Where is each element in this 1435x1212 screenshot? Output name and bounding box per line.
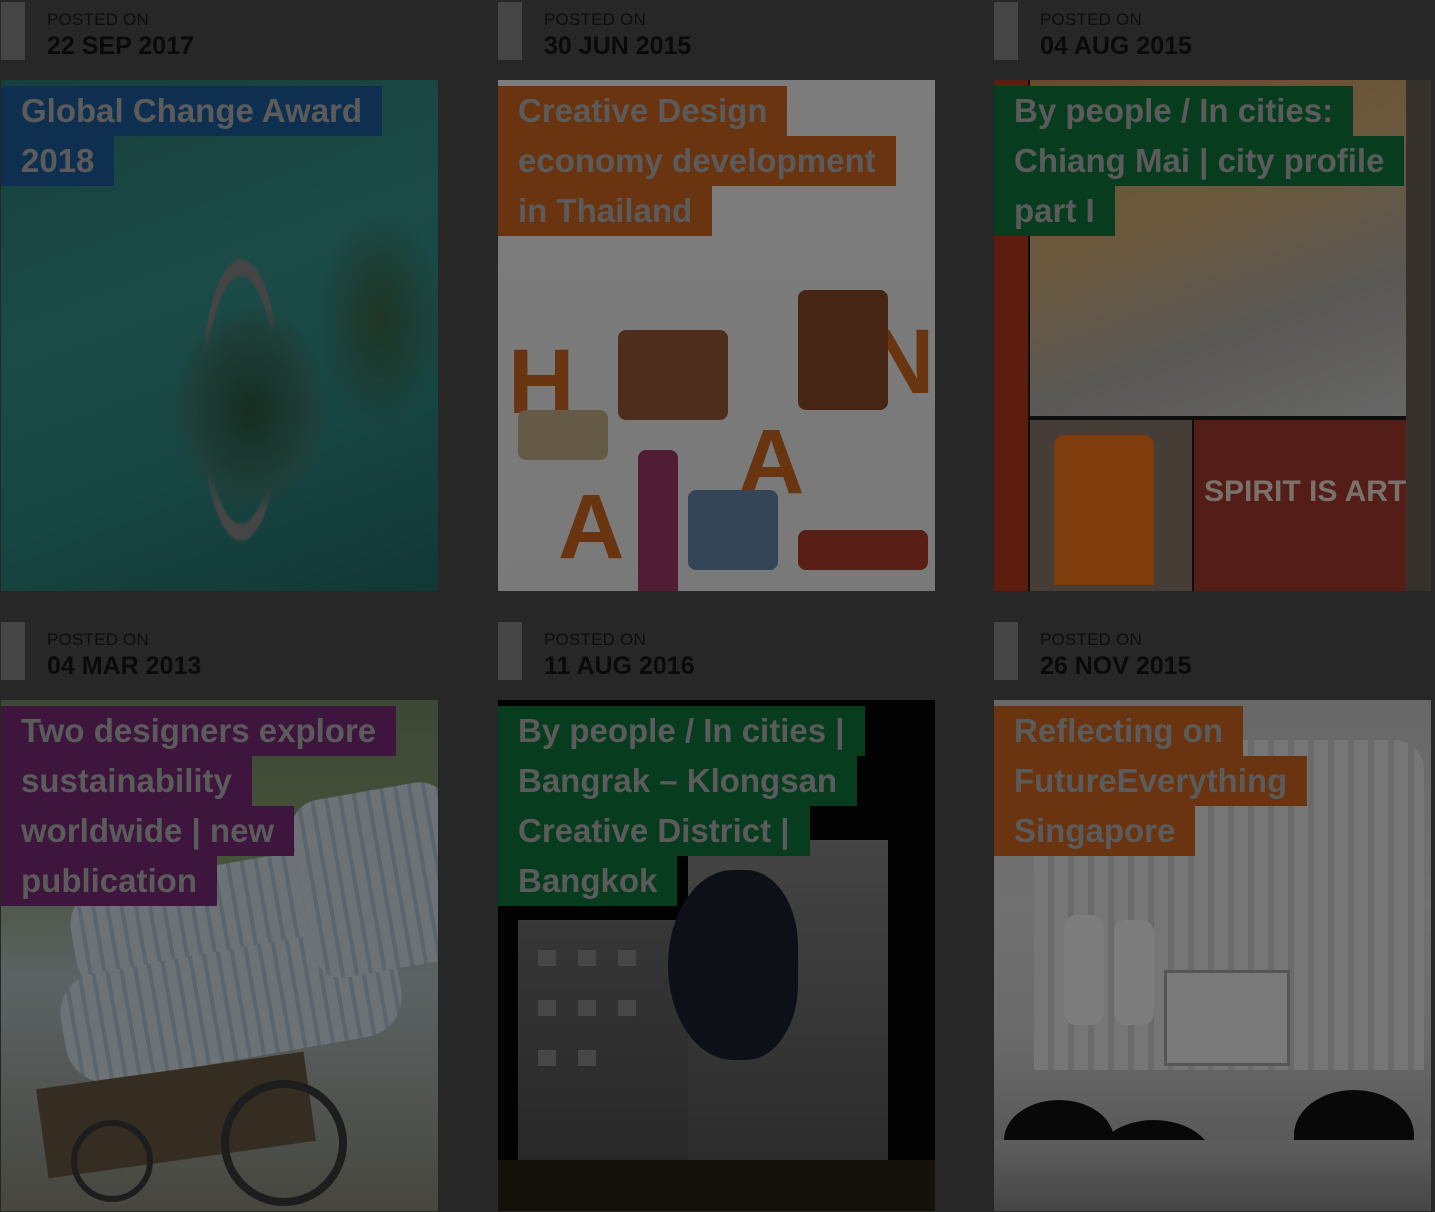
post-thumbnail[interactable]: H A A N Creative Design economy developme…	[498, 80, 935, 591]
post-title-line[interactable]: Creative Design	[498, 86, 788, 136]
post-thumbnail[interactable]: Two designers explore sustainability world…	[1, 700, 438, 1211]
date-marker	[994, 622, 1018, 680]
post-title-line[interactable]: in Thailand	[498, 186, 713, 236]
post-title-line[interactable]: Creative District |	[498, 806, 810, 856]
post-title-line[interactable]: Bangrak – Klongsan	[498, 756, 858, 806]
post-title[interactable]: By people / In cities | Bangrak – Klongsa…	[498, 706, 935, 906]
post-title-line[interactable]: By people / In cities |	[498, 706, 865, 756]
post-title[interactable]: Global Change Award 2018	[1, 86, 438, 186]
date-marker	[498, 622, 522, 680]
post-date: 04 AUG 2015	[1040, 32, 1192, 60]
post-date: 26 NOV 2015	[1040, 652, 1192, 680]
post-meta: POSTED ON 26 NOV 2015	[994, 620, 1432, 700]
post-date: 30 JUN 2015	[544, 32, 692, 60]
date-marker	[1, 2, 25, 60]
post-title-line[interactable]: worldwide | new	[1, 806, 295, 856]
post-title-line[interactable]: part I	[994, 186, 1115, 236]
post-title-line[interactable]: Global Change Award	[1, 86, 383, 136]
post-title[interactable]: Reflecting on FutureEverything Singapore	[994, 706, 1431, 856]
date-marker	[498, 2, 522, 60]
post-title-line[interactable]: sustainability	[1, 756, 252, 806]
posted-on-label: POSTED ON	[47, 630, 149, 649]
post-card[interactable]: POSTED ON 11 AUG 2016 By people / In cit…	[498, 620, 936, 1211]
posted-on-label: POSTED ON	[544, 630, 646, 649]
post-card[interactable]: POSTED ON 04 AUG 2015 SPIRIT IS ART By p…	[994, 0, 1432, 591]
date-marker	[1, 622, 25, 680]
post-title-line[interactable]: Reflecting on	[994, 706, 1244, 756]
post-title-line[interactable]: FutureEverything	[994, 756, 1308, 806]
post-meta: POSTED ON 04 MAR 2013	[1, 620, 439, 700]
post-card[interactable]: POSTED ON 30 JUN 2015 H A A N Creative D…	[498, 0, 936, 591]
post-date: 11 AUG 2016	[544, 652, 695, 680]
post-thumbnail[interactable]: SPIRIT IS ART By people / In cities: Chia…	[994, 80, 1431, 591]
post-title-line[interactable]: 2018	[1, 136, 115, 186]
post-meta: POSTED ON 11 AUG 2016	[498, 620, 936, 700]
post-title-line[interactable]: Two designers explore	[1, 706, 397, 756]
posted-on-label: POSTED ON	[1040, 10, 1142, 29]
post-title-line[interactable]: Bangkok	[498, 856, 678, 906]
post-title-line[interactable]: Singapore	[994, 806, 1196, 856]
post-title-line[interactable]: Chiang Mai | city profile	[994, 136, 1405, 186]
post-title[interactable]: By people / In cities: Chiang Mai | city …	[994, 86, 1431, 236]
post-meta: POSTED ON 04 AUG 2015	[994, 0, 1432, 80]
post-meta: POSTED ON 22 SEP 2017	[1, 0, 439, 80]
post-date: 04 MAR 2013	[47, 652, 202, 680]
post-meta: POSTED ON 30 JUN 2015	[498, 0, 936, 80]
post-title[interactable]: Creative Design economy development in Tha…	[498, 86, 935, 236]
post-title-line[interactable]: By people / In cities:	[994, 86, 1354, 136]
posted-on-label: POSTED ON	[47, 10, 149, 29]
post-thumbnail[interactable]: Reflecting on FutureEverything Singapore	[994, 700, 1431, 1211]
post-card[interactable]: POSTED ON 22 SEP 2017 Global Change Awar…	[1, 0, 439, 591]
post-title-line[interactable]: economy development	[498, 136, 896, 186]
post-card[interactable]: POSTED ON 26 NOV 2015 Reflecting on Futur…	[994, 620, 1432, 1211]
date-marker	[994, 2, 1018, 60]
post-thumbnail[interactable]: By people / In cities | Bangrak – Klongsa…	[498, 700, 935, 1211]
post-thumbnail[interactable]: Global Change Award 2018	[1, 80, 438, 591]
post-grid: POSTED ON 22 SEP 2017 Global Change Awar…	[0, 0, 1435, 1212]
post-date: 22 SEP 2017	[47, 32, 194, 60]
posted-on-label: POSTED ON	[1040, 630, 1142, 649]
post-title[interactable]: Two designers explore sustainability world…	[1, 706, 438, 906]
post-card[interactable]: POSTED ON 04 MAR 2013 Two designers expl…	[1, 620, 439, 1211]
post-title-line[interactable]: publication	[1, 856, 217, 906]
posted-on-label: POSTED ON	[544, 10, 646, 29]
